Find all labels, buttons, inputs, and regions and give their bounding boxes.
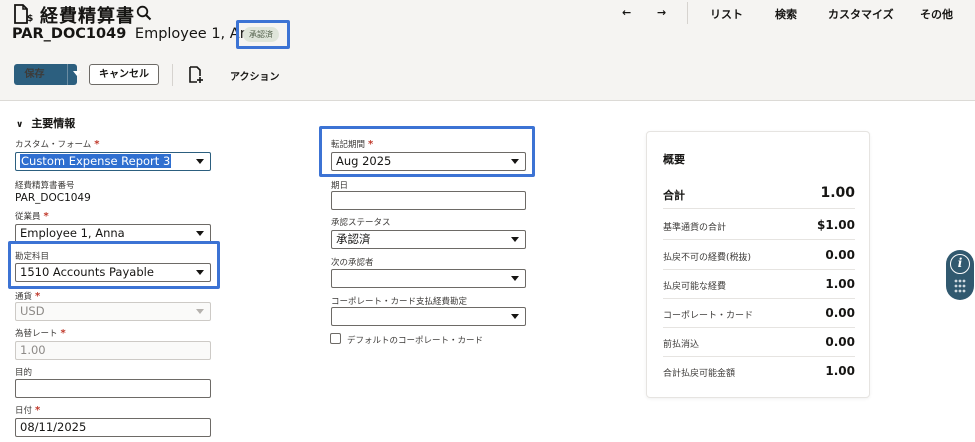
chevron-down-icon	[511, 314, 519, 319]
status-badge: 承認済	[243, 27, 279, 42]
nav-divider	[687, 2, 688, 24]
summary-label: 払戻可能な経費	[663, 282, 727, 292]
info-icon[interactable]: i	[950, 254, 970, 274]
summary-value: 1.00	[825, 364, 855, 378]
purpose-input[interactable]	[15, 379, 211, 398]
required-marker: *	[43, 211, 49, 222]
required-marker: *	[94, 139, 100, 150]
account-label: 勘定科目	[15, 252, 50, 262]
next-approver-select[interactable]	[331, 269, 526, 288]
summary-value: 0.00	[825, 335, 855, 349]
save-button-label: 保存	[24, 69, 45, 80]
corp-card-account-select[interactable]	[331, 307, 526, 326]
document-title: PAR_DOC1049 Employee 1, Anna	[12, 26, 267, 42]
date-input[interactable]: 08/11/2025	[15, 418, 211, 437]
date-label: 日付 *	[15, 405, 41, 416]
required-marker: *	[60, 328, 66, 339]
summary-label: 合計	[663, 189, 685, 202]
default-corp-card-label: デフォルトのコーポレート・カード	[347, 336, 484, 346]
cancel-button[interactable]: キャンセル	[89, 64, 159, 85]
summary-row: 前払消込 0.00	[663, 329, 855, 357]
custom-form-label: カスタム・フォーム *	[15, 139, 100, 150]
customize-button[interactable]: カスタマイズ	[828, 6, 894, 22]
chevron-down-icon[interactable]	[73, 71, 81, 76]
action-button[interactable]: アクション	[230, 68, 280, 83]
required-marker: *	[35, 405, 41, 416]
summary-value: $1.00	[817, 218, 855, 232]
summary-label: 前払消込	[663, 340, 700, 350]
posting-period-label: 転記期間 *	[331, 139, 374, 150]
summary-value: 0.00	[825, 306, 855, 320]
save-button[interactable]: 保存	[14, 64, 81, 85]
summary-row: 払戻不可の経費(税抜) 0.00	[663, 242, 855, 270]
corp-card-account-label: コーポレート・カード支払経費勘定	[331, 297, 468, 307]
chevron-down-icon	[196, 309, 204, 314]
doc-number-label: 経費精算書番号	[15, 181, 75, 191]
add-document-icon[interactable]	[188, 66, 204, 84]
help-widget[interactable]: i	[946, 250, 974, 300]
back-arrow-button[interactable]: ←	[622, 6, 631, 19]
summary-label: 合計払戻可能金額	[663, 369, 736, 379]
page-title: 経費精算書	[40, 6, 135, 27]
list-button[interactable]: リスト	[710, 6, 743, 22]
summary-value: 1.00	[825, 277, 855, 291]
account-select[interactable]: 1510 Accounts Payable	[15, 263, 211, 282]
section-header-main-info[interactable]: ∨ 主要情報	[16, 115, 75, 131]
required-marker: *	[35, 291, 41, 302]
due-date-label: 期日	[331, 181, 349, 191]
currency-select: USD	[15, 302, 211, 321]
required-marker: *	[368, 139, 374, 150]
summary-row: 払戻可能な経費 1.00	[663, 271, 855, 299]
summary-row-total: 合計 1.00	[663, 181, 855, 209]
next-approver-label: 次の承認者	[331, 258, 374, 268]
summary-row: 基準通貨の合計 $1.00	[663, 212, 855, 240]
summary-panel: 概要 合計 1.00 基準通貨の合計 $1.00 払戻不可の経費(税抜) 0.0…	[646, 131, 870, 398]
summary-row: 合計払戻可能金額 1.00	[663, 358, 855, 386]
approval-status-label: 承認ステータス	[331, 218, 391, 228]
expense-doc-icon: $	[14, 4, 33, 24]
summary-title: 概要	[663, 153, 685, 166]
summary-value: 1.00	[820, 185, 855, 201]
posting-period-select[interactable]: Aug 2025	[331, 152, 526, 171]
chevron-down-icon: ∨	[16, 120, 24, 130]
chevron-down-icon	[511, 276, 519, 281]
summary-value: 0.00	[825, 248, 855, 262]
default-corp-card-checkbox[interactable]	[330, 333, 341, 344]
doc-number-value: PAR_DOC1049	[15, 192, 91, 204]
save-split-divider	[67, 64, 68, 85]
chevron-down-icon	[511, 237, 519, 242]
summary-label: 基準通貨の合計	[663, 223, 727, 233]
exchange-rate-input: 1.00	[15, 341, 211, 360]
approval-status-select[interactable]: 承認済	[331, 230, 526, 249]
forward-arrow-button[interactable]: →	[657, 6, 666, 19]
chevron-down-icon	[196, 270, 204, 275]
more-button[interactable]: その他	[920, 6, 953, 22]
due-date-input[interactable]	[331, 191, 526, 210]
summary-label: 払戻不可の経費(税抜)	[663, 253, 752, 263]
employee-label: 従業員 *	[15, 211, 49, 222]
section-title: 主要情報	[31, 117, 76, 130]
search-button[interactable]: 検索	[775, 6, 797, 22]
summary-row: コーポレート・カード 0.00	[663, 300, 855, 328]
search-icon[interactable]	[136, 5, 152, 21]
chevron-down-icon	[196, 231, 204, 236]
svg-text:$: $	[27, 14, 33, 24]
chevron-down-icon	[511, 159, 519, 164]
purpose-label: 目的	[15, 368, 33, 378]
exchange-rate-label: 為替レート *	[15, 328, 66, 339]
toolbar-divider	[172, 64, 173, 86]
custom-form-select[interactable]: Custom Expense Report 3	[15, 152, 211, 171]
summary-label: コーポレート・カード	[663, 311, 754, 321]
currency-label: 通貨 *	[15, 291, 41, 302]
document-id: PAR_DOC1049	[12, 26, 127, 42]
drag-handle-icon[interactable]	[954, 279, 966, 295]
chevron-down-icon	[196, 159, 204, 164]
